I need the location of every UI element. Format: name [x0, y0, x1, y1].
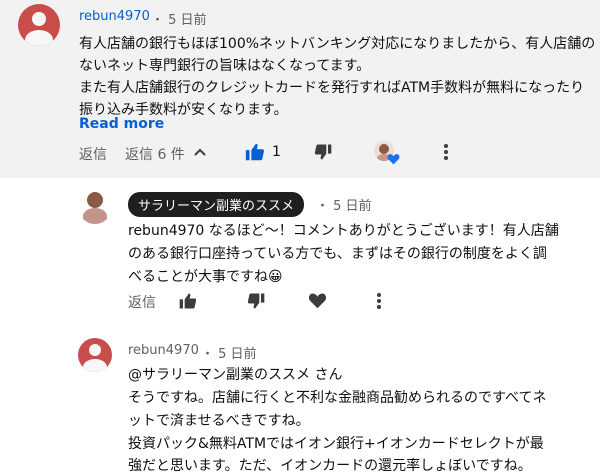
reply-text-line: 強だと思います。ただ、イオンカードの還元率しょぼいですね。 [128, 458, 532, 474]
thumbs-up-icon[interactable] [178, 291, 198, 311]
thumbs-up-icon[interactable] [244, 141, 266, 163]
more-vertical-icon[interactable] [370, 291, 388, 311]
reply-author[interactable]: rebun4970 [128, 343, 199, 358]
reply-button[interactable]: 返信 [79, 144, 107, 164]
heart-icon [387, 154, 400, 165]
comment-timestamp[interactable]: ・ 5 日前 [151, 9, 207, 28]
comment-text-line: ないネット専門銀行の旨味はなくなってます。 [79, 58, 371, 74]
comment-timestamp[interactable]: ・ 5 日前 [316, 195, 372, 214]
reply-text-line: rebun4970 なるほど〜！コメントありがとうございます！有人店舗 [128, 223, 559, 239]
reply-text-line: のある銀行口座持っている方でも、まずはその銀行の制度をよく調 [128, 246, 547, 262]
thumbs-down-icon[interactable] [313, 142, 333, 162]
reply-text-line: そうですね。店舗に行くと不利な金融商品勧められるのですべてネ [128, 390, 547, 406]
reply-text-line: ットで済ませるべきですね。 [128, 413, 310, 429]
heart-icon[interactable] [308, 292, 327, 309]
read-more-link[interactable]: Read more [79, 116, 164, 132]
comment-timestamp[interactable]: ・ 5 日前 [201, 343, 257, 362]
comment-text-line: 有人店舗の銀行もほぼ100%ネットバンキング対応になりましたから、有人店舗の [79, 36, 596, 52]
creator-avatar[interactable] [78, 190, 112, 224]
like-count: 1 [272, 144, 281, 160]
reply-text-line: @サラリーマン副業のススメ さん [128, 367, 343, 383]
comment-text-line: また有人店舗銀行のクレジットカードを発行すればATM手数料が無料になったり [79, 80, 585, 96]
comment-author[interactable]: rebun4970 [79, 9, 150, 24]
reply-text-line: べることが大事ですね😀 [128, 269, 283, 285]
creator-name-badge[interactable]: サラリーマン副業のススメ [128, 192, 305, 217]
replies-toggle-button[interactable]: 返信 6 件 [125, 144, 185, 164]
reply-text-line: 投資パック&無料ATMではイオン銀行+イオンカードセレクトが最 [128, 436, 544, 452]
avatar[interactable] [78, 338, 112, 372]
chevron-up-icon[interactable] [192, 144, 208, 160]
reply-button[interactable]: 返信 [128, 292, 156, 312]
thumbs-down-icon[interactable] [246, 291, 266, 311]
avatar[interactable] [18, 4, 60, 46]
more-vertical-icon[interactable] [437, 142, 455, 162]
